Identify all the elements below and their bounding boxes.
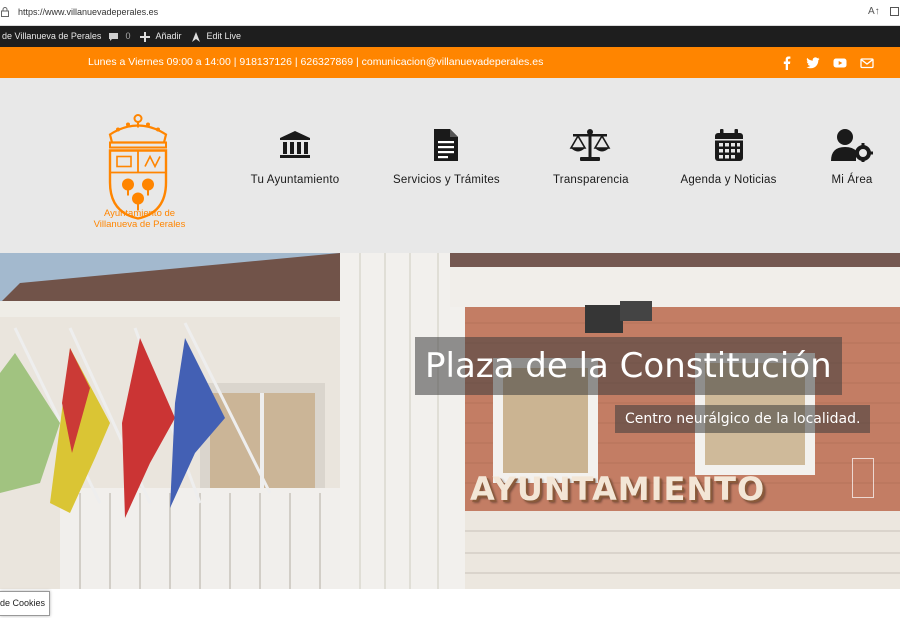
edit-live-icon [192,31,200,42]
scales-icon [569,129,611,161]
admin-add-new[interactable]: Añadir [140,31,182,42]
cookie-settings-tab[interactable]: de Cookies [0,591,50,616]
nav-label: Servicios y Trámites [393,174,500,186]
hero-subtitle: Centro neurálgico de la localidad. [615,405,871,433]
nav-mi-area[interactable]: Mi Área [827,128,877,186]
nav-servicios-tramites[interactable]: Servicios y Trámites [393,128,500,186]
read-aloud-icon[interactable]: A↑ [868,6,880,17]
nav-label: Transparencia [553,174,629,186]
contact-info: Lunes a Viernes 09:00 a 14:00 | 91813712… [88,56,544,68]
logo-line-2: Villanueva de Perales [93,219,186,230]
address-url[interactable]: https://www.villanuevadeperales.es [18,7,158,17]
admin-comments[interactable]: 0 [108,31,131,42]
logo-text: Ayuntamiento de Villanueva de Perales [72,208,207,230]
document-icon [434,129,458,161]
hero-title: Plaza de la Constitución [415,337,842,395]
admin-site-name[interactable]: de Villanueva de Perales [2,31,101,41]
edit-live-label: Edit Live [206,31,242,41]
email-icon[interactable] [860,56,874,70]
nav-tu-ayuntamiento[interactable]: Tu Ayuntamiento [249,128,341,186]
town-hall-icon [280,131,310,158]
comments-count: 0 [125,31,131,41]
site-header: Ayuntamiento de Villanueva de Perales Tu… [0,78,900,253]
add-new-label: Añadir [155,31,182,41]
tab-actions-icon[interactable] [890,7,899,16]
admin-edit-live[interactable]: Edit Live [191,31,241,42]
page-bottom: de Cookies [0,589,900,618]
admin-bar: de Villanueva de Perales 0 Añadir Edit L… [0,26,900,47]
logo-line-1: Ayuntamiento de [103,208,176,219]
nav-label: Tu Ayuntamiento [250,174,340,186]
lock-icon [1,7,9,17]
user-settings-icon [831,129,873,162]
comment-icon [109,32,118,41]
nav-agenda-noticias[interactable]: Agenda y Noticias [679,128,778,186]
twitter-icon[interactable] [806,56,820,70]
nav-label: Mi Área [831,174,873,186]
slider-next-button[interactable] [852,458,874,498]
calendar-icon [714,129,743,161]
nav-label: Agenda y Noticias [680,174,777,186]
facebook-icon[interactable] [780,56,794,70]
contact-bar: Lunes a Viernes 09:00 a 14:00 | 91813712… [0,47,900,78]
browser-address-bar[interactable]: https://www.villanuevadeperales.es A↑ [0,0,900,26]
building-sign: AYUNTAMIENTO [470,470,766,508]
youtube-icon[interactable] [833,56,847,70]
nav-transparencia[interactable]: Transparencia [553,128,629,186]
plus-icon [140,31,150,42]
